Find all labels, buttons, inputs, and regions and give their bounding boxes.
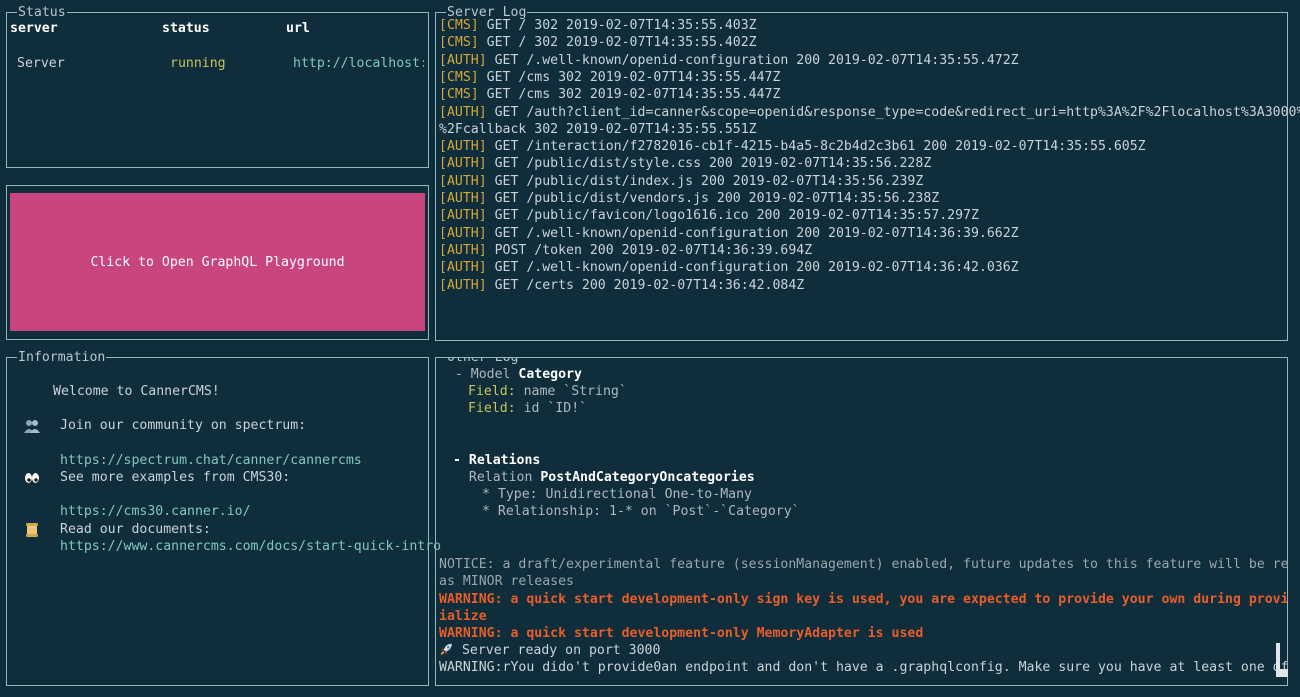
relationship-line: * Relationship: 1-* on `Post`-`Category`: [482, 504, 800, 519]
status-header-server: server: [10, 21, 58, 36]
status-header-status: status: [162, 21, 210, 36]
log-text: GET /.well-known/openid-configuration 20…: [486, 52, 1019, 68]
log-text: GET / 302 2019-02-07T14:35:55.403Z: [478, 18, 757, 33]
server-log-line: [AUTH] GET /interaction/f2782016-cb1f-42…: [439, 138, 1146, 155]
log-text: GET /certs 200 2019-02-07T14:36:42.084Z: [486, 277, 805, 293]
server-log-panel: Server Log [CMS] GET / 302 2019-02-07T14…: [435, 4, 1300, 341]
log-tag-auth: [AUTH]: [439, 277, 487, 293]
log-text: GET /public/dist/vendors.js 200 2019-02-…: [486, 191, 940, 206]
scroll-emoji-icon: [26, 523, 38, 537]
relation-type-line: * Type: Unidirectional One-to-Many: [482, 487, 752, 502]
log-text: GET /cms 302 2019-02-07T14:35:55.447Z: [478, 69, 781, 85]
status-server-name: Server: [17, 56, 65, 71]
log-tag-cms: [CMS]: [439, 18, 479, 33]
server-log-line: [AUTH] POST /token 200 2019-02-07T14:36:…: [439, 242, 812, 259]
status-url-link[interactable]: http://localhost:3: [293, 55, 424, 72]
field-line-name: Field: name `String`: [468, 384, 627, 399]
server-ready-line: Server ready on port 3000: [439, 642, 660, 659]
people-emoji-icon: [24, 420, 40, 433]
server-log-line: %2Fcallback 302 2019-02-07T14:35:55.551Z: [439, 121, 757, 138]
server-log-line: [CMS] GET / 302 2019-02-07T14:35:55.402Z: [439, 34, 757, 51]
model-line: - Model Category: [439, 367, 582, 382]
relations-heading: - Relations: [453, 453, 541, 468]
endpoint-warning-line: WARNING:rYou dido't provide0an endpoint …: [439, 660, 1288, 675]
playground-panel: Click to Open GraphQL Playground: [6, 185, 429, 340]
log-tag-auth: [AUTH]: [439, 156, 487, 172]
warning-sign-key-line-2: ialize: [439, 609, 487, 624]
server-log-line: [CMS] GET /cms 302 2019-02-07T14:35:55.4…: [439, 69, 780, 86]
notice-line-1: NOTICE: a draft/experimental feature (se…: [439, 557, 1288, 572]
log-text: POST /token 200 2019-02-07T14:36:39.694Z: [486, 242, 813, 258]
log-tag-auth: [AUTH]: [439, 242, 487, 258]
server-log-line: [AUTH] GET /.well-known/openid-configura…: [439, 259, 1019, 276]
log-tag-auth: [AUTH]: [439, 225, 487, 241]
other-log-panel: Other Log - Model Category Field: name `…: [435, 357, 1288, 686]
log-text: GET /auth?client_id=canner&scope=openid&…: [486, 104, 1300, 120]
examples-text: See more examples from CMS30:: [60, 470, 291, 485]
log-tag-cms: [CMS]: [439, 69, 479, 85]
status-running-badge: running: [170, 56, 226, 71]
log-tag-cms: [CMS]: [439, 87, 479, 103]
log-tag-auth: [AUTH]: [439, 208, 487, 224]
log-text: %2Fcallback 302 2019-02-07T14:35:55.551Z: [439, 121, 757, 137]
field-line-id: Field: id `ID!`: [468, 401, 588, 416]
welcome-text: Welcome to CannerCMS!: [53, 384, 220, 399]
community-text: Join our community on spectrum:: [60, 418, 307, 433]
eyes-emoji-icon: [25, 473, 39, 483]
status-panel: Status server status url Server running …: [6, 4, 429, 168]
server-log-line: [AUTH] GET /certs 200 2019-02-07T14:36:4…: [439, 277, 804, 294]
server-log-line: [AUTH] GET /auth?client_id=canner&scope=…: [439, 104, 1300, 121]
rocket-emoji-icon: [440, 643, 452, 655]
terminal-cursor: [1276, 643, 1288, 677]
information-panel-title: Information: [17, 349, 107, 366]
log-tag-cms: [CMS]: [439, 35, 479, 51]
log-text: GET /public/favicon/logo1616.ico 200 201…: [486, 208, 979, 224]
warning-sign-key-line-1: WARNING: a quick start development-only …: [439, 592, 1288, 607]
log-text: GET /interaction/f2782016-cb1f-4215-b4a5…: [486, 139, 1146, 155]
server-log-line: [AUTH] GET /public/favicon/logo1616.ico …: [439, 207, 979, 224]
server-log-line: [AUTH] GET /public/dist/vendors.js 200 2…: [439, 190, 939, 207]
log-text: GET / 302 2019-02-07T14:35:55.402Z: [478, 35, 757, 51]
information-panel: Information Welcome to CannerCMS! Join o…: [6, 349, 441, 686]
server-log-line: [AUTH] GET /.well-known/openid-configura…: [439, 225, 1019, 242]
server-log-line: [CMS] GET /cms 302 2019-02-07T14:35:55.4…: [439, 86, 780, 103]
server-log-line: [AUTH] GET /public/dist/style.css 200 20…: [439, 155, 931, 172]
status-header-url: url: [286, 21, 310, 36]
notice-line-2: as MINOR releases: [439, 574, 574, 589]
server-log-line: [CMS] GET / 302 2019-02-07T14:35:55.403Z: [439, 17, 757, 34]
spectrum-link[interactable]: https://spectrum.chat/canner/cannercms: [60, 452, 362, 469]
docs-link[interactable]: https://www.cannercms.com/docs/start-qui…: [60, 538, 441, 555]
log-tag-auth: [AUTH]: [439, 260, 487, 276]
log-tag-auth: [AUTH]: [439, 52, 487, 68]
log-tag-auth: [AUTH]: [439, 173, 487, 189]
docs-text: Read our documents:: [60, 522, 211, 537]
cms30-link[interactable]: https://cms30.canner.io/: [60, 503, 251, 520]
relation-line: Relation PostAndCategoryOncategories: [453, 470, 755, 485]
log-text: GET /cms 302 2019-02-07T14:35:55.447Z: [478, 87, 781, 103]
status-panel-title: Status: [17, 4, 67, 21]
log-text: GET /public/dist/index.js 200 2019-02-07…: [486, 173, 924, 189]
log-tag-auth: [AUTH]: [439, 139, 487, 155]
server-log-line: [AUTH] GET /.well-known/openid-configura…: [439, 52, 1019, 69]
log-text: GET /public/dist/style.css 200 2019-02-0…: [486, 156, 932, 172]
open-graphql-playground-button[interactable]: Click to Open GraphQL Playground: [10, 193, 425, 331]
log-text: GET /.well-known/openid-configuration 20…: [486, 260, 1019, 276]
log-tag-auth: [AUTH]: [439, 191, 487, 206]
server-log-line: [AUTH] GET /public/dist/index.js 200 201…: [439, 173, 923, 190]
warning-memory-adapter-line: WARNING: a quick start development-only …: [439, 626, 924, 641]
log-text: GET /.well-known/openid-configuration 20…: [486, 225, 1019, 241]
log-tag-auth: [AUTH]: [439, 104, 487, 120]
other-log-title: Other Log: [446, 358, 520, 366]
